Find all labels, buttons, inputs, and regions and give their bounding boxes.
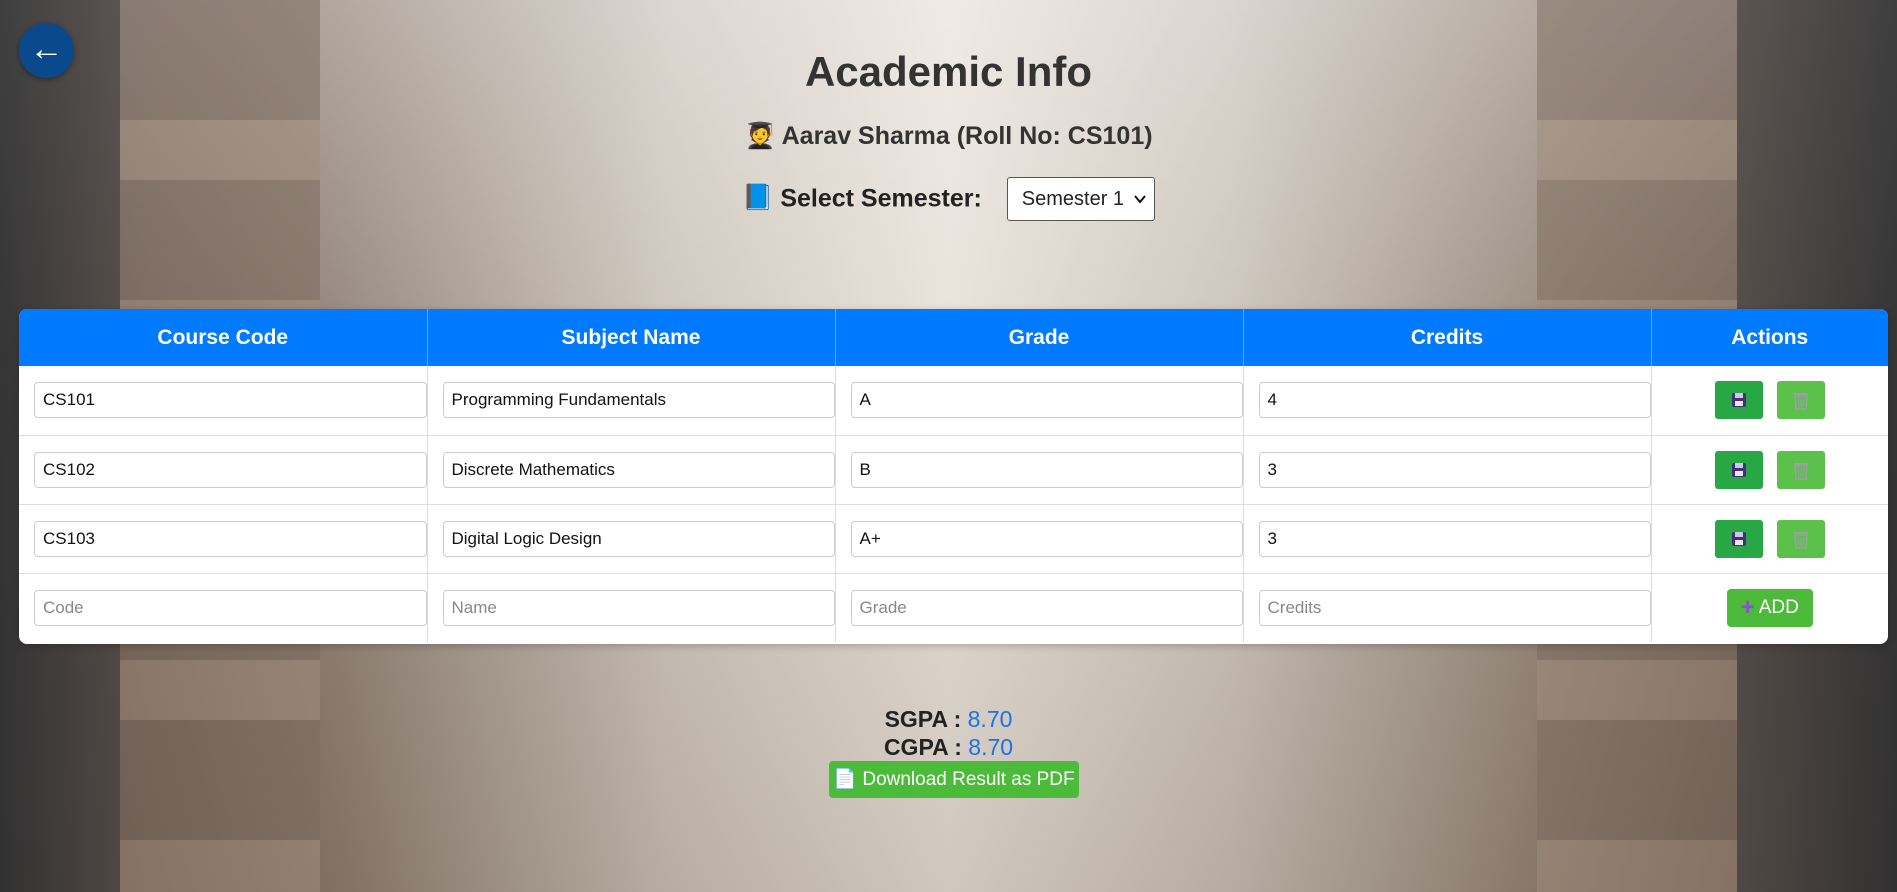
grade-input[interactable]: B [850, 451, 1243, 488]
semester-label: Select Semester: [780, 184, 982, 213]
table-row: CS103 Digital Logic Design A+ 3 [19, 504, 1888, 574]
save-button[interactable] [1714, 381, 1763, 420]
course-code-input[interactable]: CS103 [34, 520, 427, 557]
new-course-row: Code Name Grade Credits + ADD [19, 573, 1888, 642]
cgpa-label: CGPA : [883, 734, 962, 760]
semester-selector-row: 📘 Select Semester: Semester 1 [0, 177, 1897, 221]
new-credits-input[interactable]: Credits [1258, 589, 1651, 626]
floppy-disk-icon [1731, 393, 1746, 408]
new-name-input[interactable]: Name [442, 589, 835, 626]
student-name: Aarav Sharma (Roll No: CS101) [781, 122, 1153, 150]
table-row: CS101 Programming Fundamentals A 4 [19, 366, 1888, 436]
course-code-input[interactable]: CS101 [34, 382, 427, 419]
header-course-code: Course Code [19, 309, 428, 366]
credits-input[interactable]: 4 [1258, 382, 1651, 419]
student-info: 🧑‍🎓 Aarav Sharma (Roll No: CS101) [0, 122, 1897, 151]
book-icon: 📘 [742, 183, 774, 212]
chevron-down-icon [1134, 178, 1146, 237]
new-code-input[interactable]: Code [34, 589, 427, 626]
table-header-row: Course Code Subject Name Grade Credits A… [19, 309, 1888, 366]
header-credits: Credits [1243, 309, 1652, 366]
plus-icon: + [1740, 593, 1755, 621]
add-course-button[interactable]: + ADD [1726, 588, 1813, 627]
grade-input[interactable]: A [850, 382, 1243, 419]
delete-button[interactable] [1776, 450, 1825, 489]
page-title: Academic Info [804, 48, 1093, 95]
wastebasket-icon [1793, 462, 1808, 480]
course-code-input[interactable]: CS102 [34, 451, 427, 488]
graduate-icon: 🧑‍🎓 [744, 122, 776, 150]
header-subject-name: Subject Name [427, 309, 836, 366]
sgpa-value: 8.70 [967, 706, 1013, 732]
sgpa-label: SGPA : [884, 706, 962, 732]
floppy-disk-icon [1731, 462, 1746, 477]
cgpa-row: CGPA : 8.70 [0, 734, 1897, 762]
save-button[interactable] [1714, 519, 1763, 558]
download-pdf-button[interactable]: 📄 Download Result as PDF [829, 761, 1079, 798]
credits-input[interactable]: 3 [1258, 520, 1651, 557]
delete-button[interactable] [1776, 519, 1825, 558]
wastebasket-icon [1793, 531, 1808, 549]
delete-button[interactable] [1776, 381, 1825, 420]
semester-selected-value: Semester 1 [1021, 188, 1125, 210]
subject-name-input[interactable]: Digital Logic Design [442, 520, 835, 557]
sgpa-row: SGPA : 8.70 [0, 706, 1897, 734]
wastebasket-icon [1793, 393, 1808, 410]
credits-input[interactable]: 3 [1258, 451, 1651, 488]
header-grade: Grade [835, 309, 1244, 366]
floppy-disk-icon [1731, 531, 1746, 546]
courses-table: Course Code Subject Name Grade Credits A… [19, 309, 1888, 644]
table-row: CS102 Discrete Mathematics B 3 [19, 435, 1888, 505]
download-pdf-label: Download Result as PDF [862, 769, 1075, 790]
add-label: ADD [1758, 596, 1799, 618]
semester-select[interactable]: Semester 1 [1006, 177, 1155, 221]
header-actions: Actions [1651, 309, 1888, 366]
grade-input[interactable]: A+ [850, 520, 1243, 557]
subject-name-input[interactable]: Discrete Mathematics [442, 451, 835, 488]
cgpa-value: 8.70 [968, 734, 1014, 760]
subject-name-input[interactable]: Programming Fundamentals [442, 382, 835, 419]
gpa-summary: SGPA : 8.70 CGPA : 8.70 [0, 706, 1897, 762]
document-icon: 📄 [833, 769, 858, 790]
new-grade-input[interactable]: Grade [850, 589, 1243, 626]
save-button[interactable] [1714, 450, 1763, 489]
